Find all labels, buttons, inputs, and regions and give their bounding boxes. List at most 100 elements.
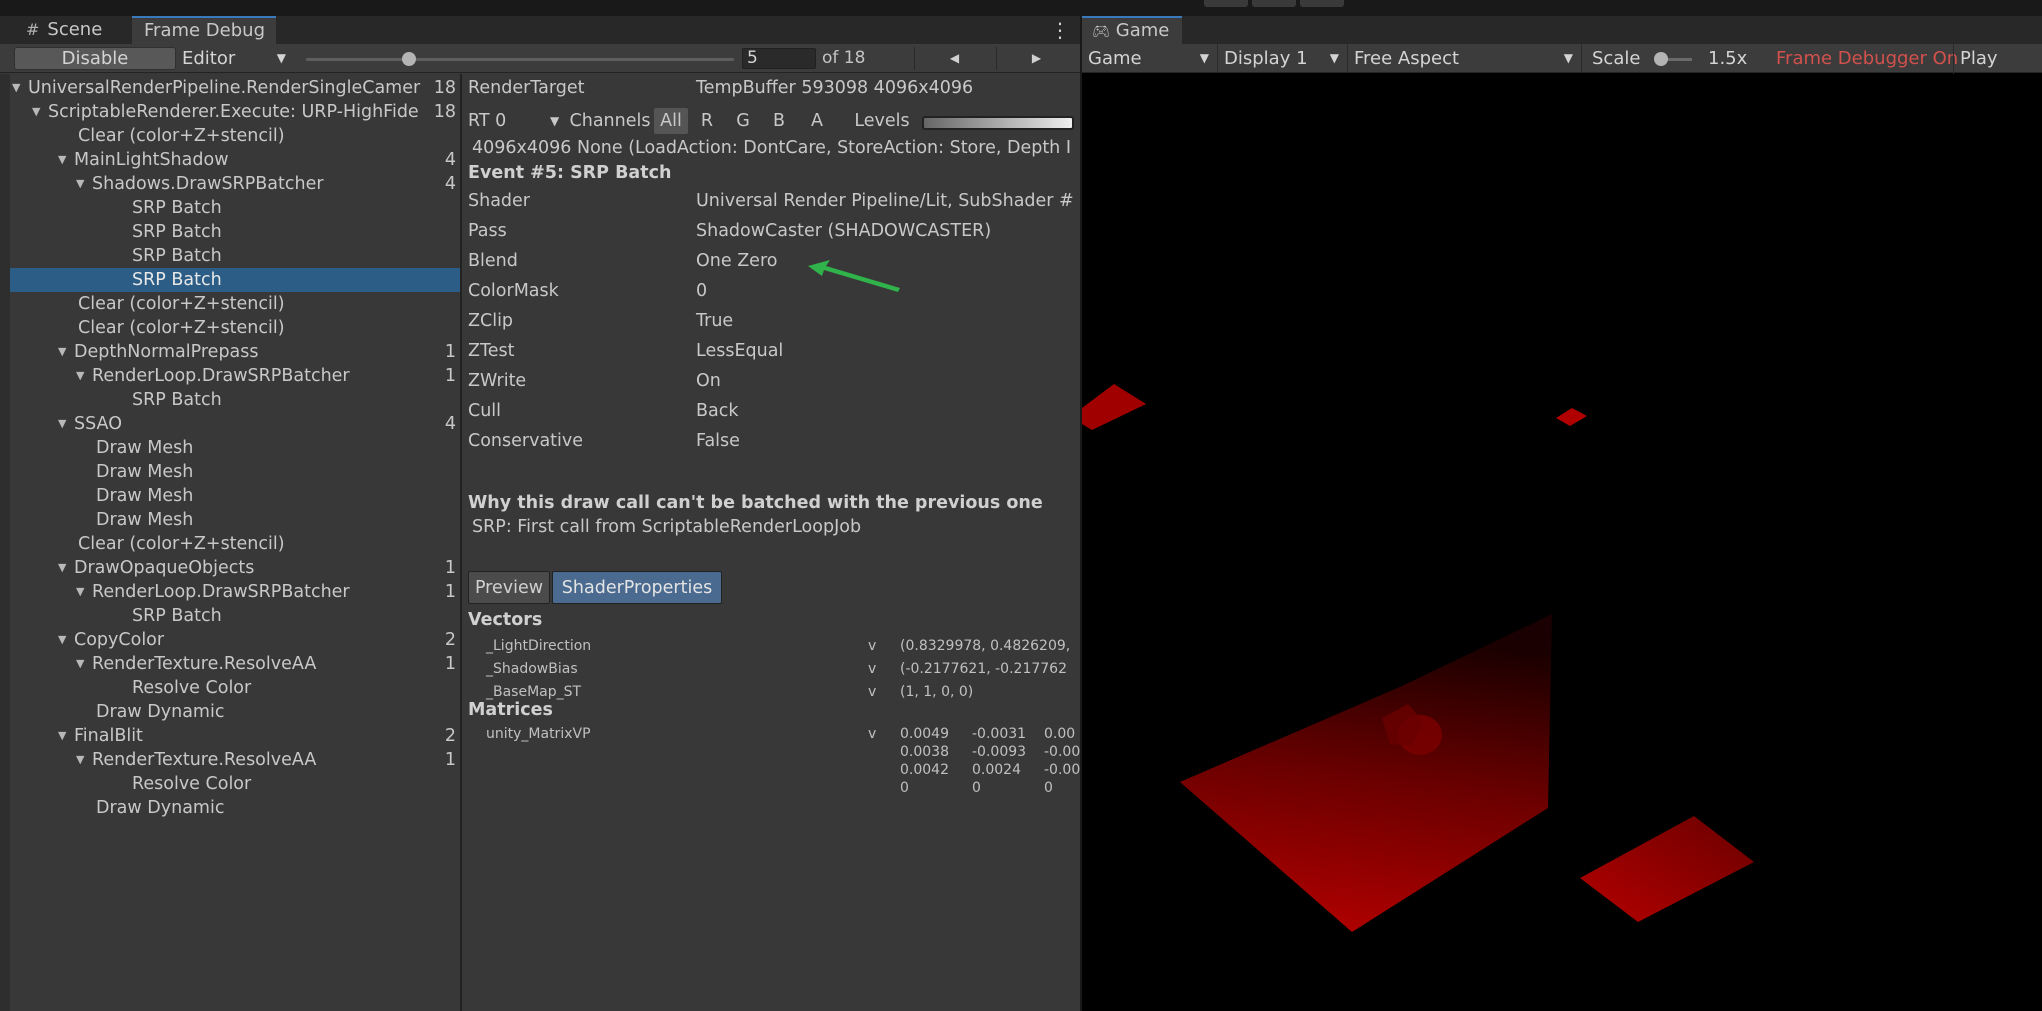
tree-row[interactable]: SRP Batch bbox=[10, 604, 460, 628]
tab-scene[interactable]: # Scene bbox=[14, 16, 130, 44]
tree-row[interactable]: ▼ ScriptableRenderer.Execute: URP-HighFid… bbox=[10, 100, 460, 124]
property-name: Cull bbox=[468, 401, 502, 421]
game-viewport[interactable] bbox=[1082, 74, 2042, 1011]
expand-arrow-icon[interactable]: ▼ bbox=[58, 556, 66, 580]
tree-row[interactable]: Draw Mesh bbox=[10, 484, 460, 508]
top-toolbar-button[interactable] bbox=[1300, 0, 1344, 7]
expand-arrow-icon[interactable]: ▼ bbox=[76, 652, 84, 676]
tree-row[interactable]: SRP Batch bbox=[10, 196, 460, 220]
tree-row[interactable]: Draw Dynamic bbox=[10, 700, 460, 724]
scale-slider-handle[interactable] bbox=[1654, 52, 1668, 66]
tree-row[interactable]: ▼ Shadows.DrawSRPBatcher 4 bbox=[10, 172, 460, 196]
tree-row-count: 4 bbox=[444, 174, 456, 194]
tree-row[interactable]: Draw Mesh bbox=[10, 460, 460, 484]
property-value: 0 bbox=[696, 281, 708, 301]
tree-row[interactable]: ▼ FinalBlit 2 bbox=[10, 724, 460, 748]
shadow-quad-top-right bbox=[1556, 408, 1587, 426]
tab-frame-debug[interactable]: Frame Debug bbox=[132, 16, 276, 44]
tab-game[interactable]: 🎮︎ Game bbox=[1082, 16, 1182, 44]
frame-slider-handle[interactable] bbox=[401, 52, 416, 66]
load-info-text: 4096x4096 None (LoadAction: DontCare, St… bbox=[472, 138, 1071, 158]
tree-row[interactable]: ▼ RenderLoop.DrawSRPBatcher 1 bbox=[10, 364, 460, 388]
tree-row[interactable]: SRP Batch bbox=[10, 388, 460, 412]
frame-number-input[interactable]: 5 bbox=[742, 48, 816, 69]
expand-arrow-icon[interactable]: ▼ bbox=[32, 100, 40, 124]
tree-row[interactable]: Resolve Color bbox=[10, 772, 460, 796]
tree-row-label: DepthNormalPrepass bbox=[74, 342, 259, 362]
more-options-icon[interactable]: ⋮ bbox=[1050, 16, 1070, 44]
tree-row[interactable]: Resolve Color bbox=[10, 676, 460, 700]
expand-arrow-icon[interactable]: ▼ bbox=[58, 412, 66, 436]
top-strip bbox=[0, 0, 2042, 16]
top-toolbar-button[interactable] bbox=[1204, 0, 1248, 7]
game-mode-dropdown[interactable]: Game ▼ bbox=[1082, 44, 1218, 73]
tree-row[interactable]: ▼ SSAO 4 bbox=[10, 412, 460, 436]
tree-row-label: UniversalRenderPipeline.RenderSingleCame… bbox=[28, 78, 421, 98]
expand-arrow-icon[interactable]: ▼ bbox=[58, 340, 66, 364]
tree-row[interactable]: ▼ UniversalRenderPipeline.RenderSingleCam… bbox=[10, 76, 460, 100]
tree-row[interactable]: ▼ CopyColor 2 bbox=[10, 628, 460, 652]
tree-row[interactable]: ▼ RenderLoop.DrawSRPBatcher 1 bbox=[10, 580, 460, 604]
target-dropdown[interactable]: Editor ▼ bbox=[176, 47, 294, 70]
expand-arrow-icon[interactable]: ▼ bbox=[76, 580, 84, 604]
expand-arrow-icon[interactable]: ▼ bbox=[12, 76, 20, 100]
tree-row-count: 1 bbox=[444, 342, 456, 362]
batch-reason-text: SRP: First call from ScriptableRenderLoo… bbox=[472, 517, 862, 537]
tree-row[interactable]: Clear (color+Z+stencil) bbox=[10, 532, 460, 556]
expand-arrow-icon[interactable]: ▼ bbox=[58, 148, 66, 172]
frame-debug-panel: # Scene Frame Debug ⋮ Disable Editor ▼ 5 … bbox=[0, 16, 1080, 1011]
rt-dropdown[interactable]: RT 0 ▼ bbox=[468, 108, 564, 134]
disable-button[interactable]: Disable bbox=[14, 47, 176, 70]
shadow-map-render bbox=[1082, 384, 1754, 932]
expand-arrow-icon[interactable]: ▼ bbox=[76, 172, 84, 196]
tree-row[interactable]: SRP Batch bbox=[10, 220, 460, 244]
tree-row[interactable]: Clear (color+Z+stencil) bbox=[10, 316, 460, 340]
tree-row-label: Draw Mesh bbox=[96, 510, 194, 530]
tree-row[interactable]: ▼ RenderTexture.ResolveAA 1 bbox=[10, 652, 460, 676]
tree-row[interactable]: ▼ RenderTexture.ResolveAA 1 bbox=[10, 748, 460, 772]
right-tab-bar: 🎮︎ Game bbox=[1082, 16, 2042, 44]
top-toolbar-button[interactable] bbox=[1252, 0, 1296, 7]
frame-slider-track[interactable] bbox=[306, 58, 734, 61]
previous-event-button[interactable]: ◀ bbox=[914, 47, 994, 70]
tree-row-count: 1 bbox=[444, 750, 456, 770]
expand-arrow-icon[interactable]: ▼ bbox=[58, 724, 66, 748]
tree-row[interactable]: ▼ DepthNormalPrepass 1 bbox=[10, 340, 460, 364]
tree-row[interactable]: Clear (color+Z+stencil) bbox=[10, 292, 460, 316]
property-name: Shader bbox=[468, 191, 530, 211]
channel-g-button[interactable]: G bbox=[726, 108, 760, 134]
expand-arrow-icon[interactable]: ▼ bbox=[76, 748, 84, 772]
vector-value: (1, 1, 0, 0) bbox=[900, 684, 974, 700]
gamepad-icon: 🎮︎ bbox=[1092, 24, 1110, 40]
tree-row[interactable]: SRP Batch bbox=[10, 268, 460, 292]
vector-stage: v bbox=[868, 638, 877, 654]
vector-name: _ShadowBias bbox=[486, 661, 578, 677]
frame-debug-toolbar: Disable Editor ▼ 5 of 18 ◀ ▶ bbox=[0, 44, 1080, 73]
channel-r-button[interactable]: R bbox=[690, 108, 724, 134]
channel-all-button[interactable]: All bbox=[654, 108, 688, 134]
matrix-cell: -0.0031 bbox=[972, 726, 1027, 742]
aspect-label: Free Aspect bbox=[1354, 48, 1460, 69]
vector-stage: v bbox=[868, 661, 877, 677]
tree-row-label: RenderLoop.DrawSRPBatcher bbox=[92, 366, 350, 386]
tree-row[interactable]: Draw Mesh bbox=[10, 436, 460, 460]
expand-arrow-icon[interactable]: ▼ bbox=[76, 364, 84, 388]
next-event-button[interactable]: ▶ bbox=[996, 47, 1076, 70]
display-dropdown[interactable]: Display 1 ▼ bbox=[1218, 44, 1348, 73]
tree-row[interactable]: Draw Mesh bbox=[10, 508, 460, 532]
shadow-quad-top-left bbox=[1082, 384, 1146, 430]
channel-b-button[interactable]: B bbox=[762, 108, 796, 134]
tab-shader-properties[interactable]: ShaderProperties bbox=[552, 571, 722, 604]
levels-slider[interactable] bbox=[922, 116, 1074, 130]
tree-row[interactable]: SRP Batch bbox=[10, 244, 460, 268]
tree-row[interactable]: Clear (color+Z+stencil) bbox=[10, 124, 460, 148]
aspect-dropdown[interactable]: Free Aspect ▼ bbox=[1348, 44, 1582, 73]
annotation-arrow bbox=[808, 260, 900, 292]
tree-row[interactable]: ▼ MainLightShadow 4 bbox=[10, 148, 460, 172]
tab-preview[interactable]: Preview bbox=[468, 571, 550, 604]
channel-a-button[interactable]: A bbox=[800, 108, 834, 134]
tree-row[interactable]: ▼ DrawOpaqueObjects 1 bbox=[10, 556, 460, 580]
expand-arrow-icon[interactable]: ▼ bbox=[58, 628, 66, 652]
tree-row[interactable]: Draw Dynamic bbox=[10, 796, 460, 820]
arrow-right-icon: ▶ bbox=[1031, 51, 1042, 65]
